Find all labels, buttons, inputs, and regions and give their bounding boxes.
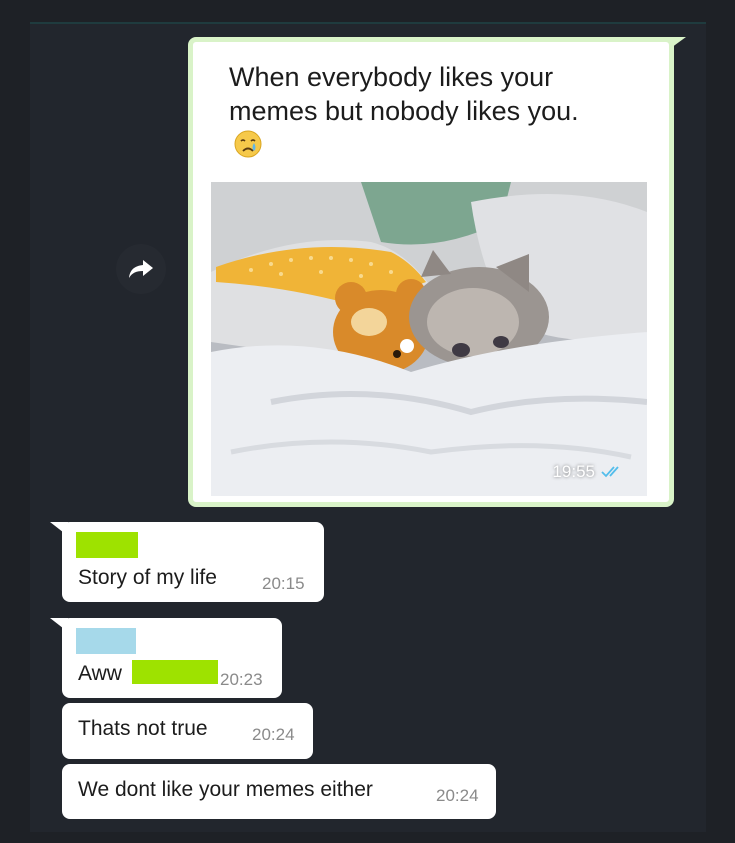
- reply-time: 20:24: [436, 786, 479, 805]
- reply-text: We dont like your memes either: [78, 778, 373, 801]
- reply-time: 20:23: [220, 670, 263, 689]
- sent-message-meta: 19:55: [552, 462, 625, 482]
- forward-arrow-icon: [129, 260, 153, 278]
- meme-caption-text: When everybody likes your memes but nobo…: [229, 62, 579, 126]
- inline-redaction: [132, 660, 218, 684]
- double-check-icon: [601, 465, 625, 479]
- forward-button[interactable]: [116, 244, 166, 294]
- reply-bubble[interactable]: Aww 20:23: [62, 618, 282, 698]
- sent-message-time: 19:55: [552, 462, 595, 481]
- meme-caption: When everybody likes your memes but nobo…: [229, 60, 609, 162]
- sender-name-redacted: [76, 532, 138, 558]
- reply-time: 20:24: [252, 725, 295, 744]
- reply-bubble[interactable]: Story of my life 20:15: [62, 522, 324, 602]
- reply-text: Aww: [78, 662, 122, 685]
- meme-image[interactable]: 19:55: [211, 182, 647, 496]
- reply-text: Story of my life: [78, 566, 217, 589]
- sender-name-redacted: [76, 628, 136, 654]
- reply-bubble[interactable]: Thats not true 20:24: [62, 703, 313, 759]
- crying-face-emoji: [234, 130, 262, 158]
- reply-bubble[interactable]: We dont like your memes either 20:24: [62, 764, 496, 819]
- reply-text: Thats not true: [78, 717, 208, 740]
- reply-time: 20:15: [262, 574, 305, 593]
- sent-message-bubble[interactable]: When everybody likes your memes but nobo…: [188, 37, 674, 507]
